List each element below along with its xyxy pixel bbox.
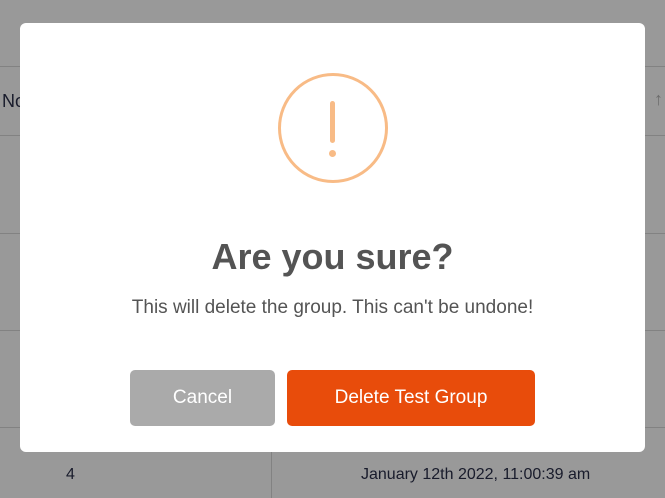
warning-icon-bar [330, 101, 335, 143]
cancel-button[interactable]: Cancel [130, 370, 275, 426]
delete-group-button[interactable]: Delete Test Group [287, 370, 535, 426]
dialog-title: Are you sure? [211, 236, 454, 277]
warning-icon [278, 73, 388, 183]
warning-icon-dot [329, 150, 336, 157]
confirm-dialog: Are you sure? This will delete the group… [20, 23, 645, 452]
dialog-message: This will delete the group. This can't b… [131, 297, 534, 318]
